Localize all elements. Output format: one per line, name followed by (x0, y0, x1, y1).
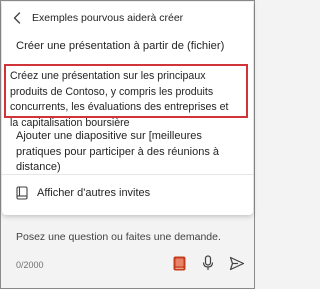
prompt-book-icon[interactable] (170, 254, 188, 272)
more-prompts-label: Afficher d'autres invites (37, 187, 151, 199)
header-title: Exemples pourvous aiderà créer (32, 12, 184, 24)
suggestions-card: Exemples pourvous aiderà créer Créer une… (2, 2, 253, 215)
more-prompts-button[interactable]: Afficher d'autres invites (16, 184, 150, 202)
composer[interactable]: Posez une question ou faites une demande… (2, 221, 253, 287)
microphone-icon[interactable] (199, 254, 217, 272)
suggestion-item[interactable]: Créer une présentation à partir de (fich… (2, 38, 253, 55)
copilot-pane: Exemples pourvous aiderà créer Créer une… (0, 0, 255, 289)
send-icon[interactable] (228, 254, 246, 272)
composer-input[interactable]: Posez une question ou faites une demande… (16, 231, 221, 243)
suggestions-header: Exemples pourvous aiderà créer (10, 10, 245, 26)
suggestion-item[interactable]: Ajouter une diapositive sur [meilleures … (2, 129, 253, 176)
divider (2, 174, 253, 175)
chevron-left-icon[interactable] (10, 11, 24, 25)
character-counter: 0/2000 (16, 260, 44, 270)
suggestion-item-highlighted[interactable]: Créez une présentation sur les principau… (4, 64, 248, 129)
book-icon (16, 186, 28, 200)
